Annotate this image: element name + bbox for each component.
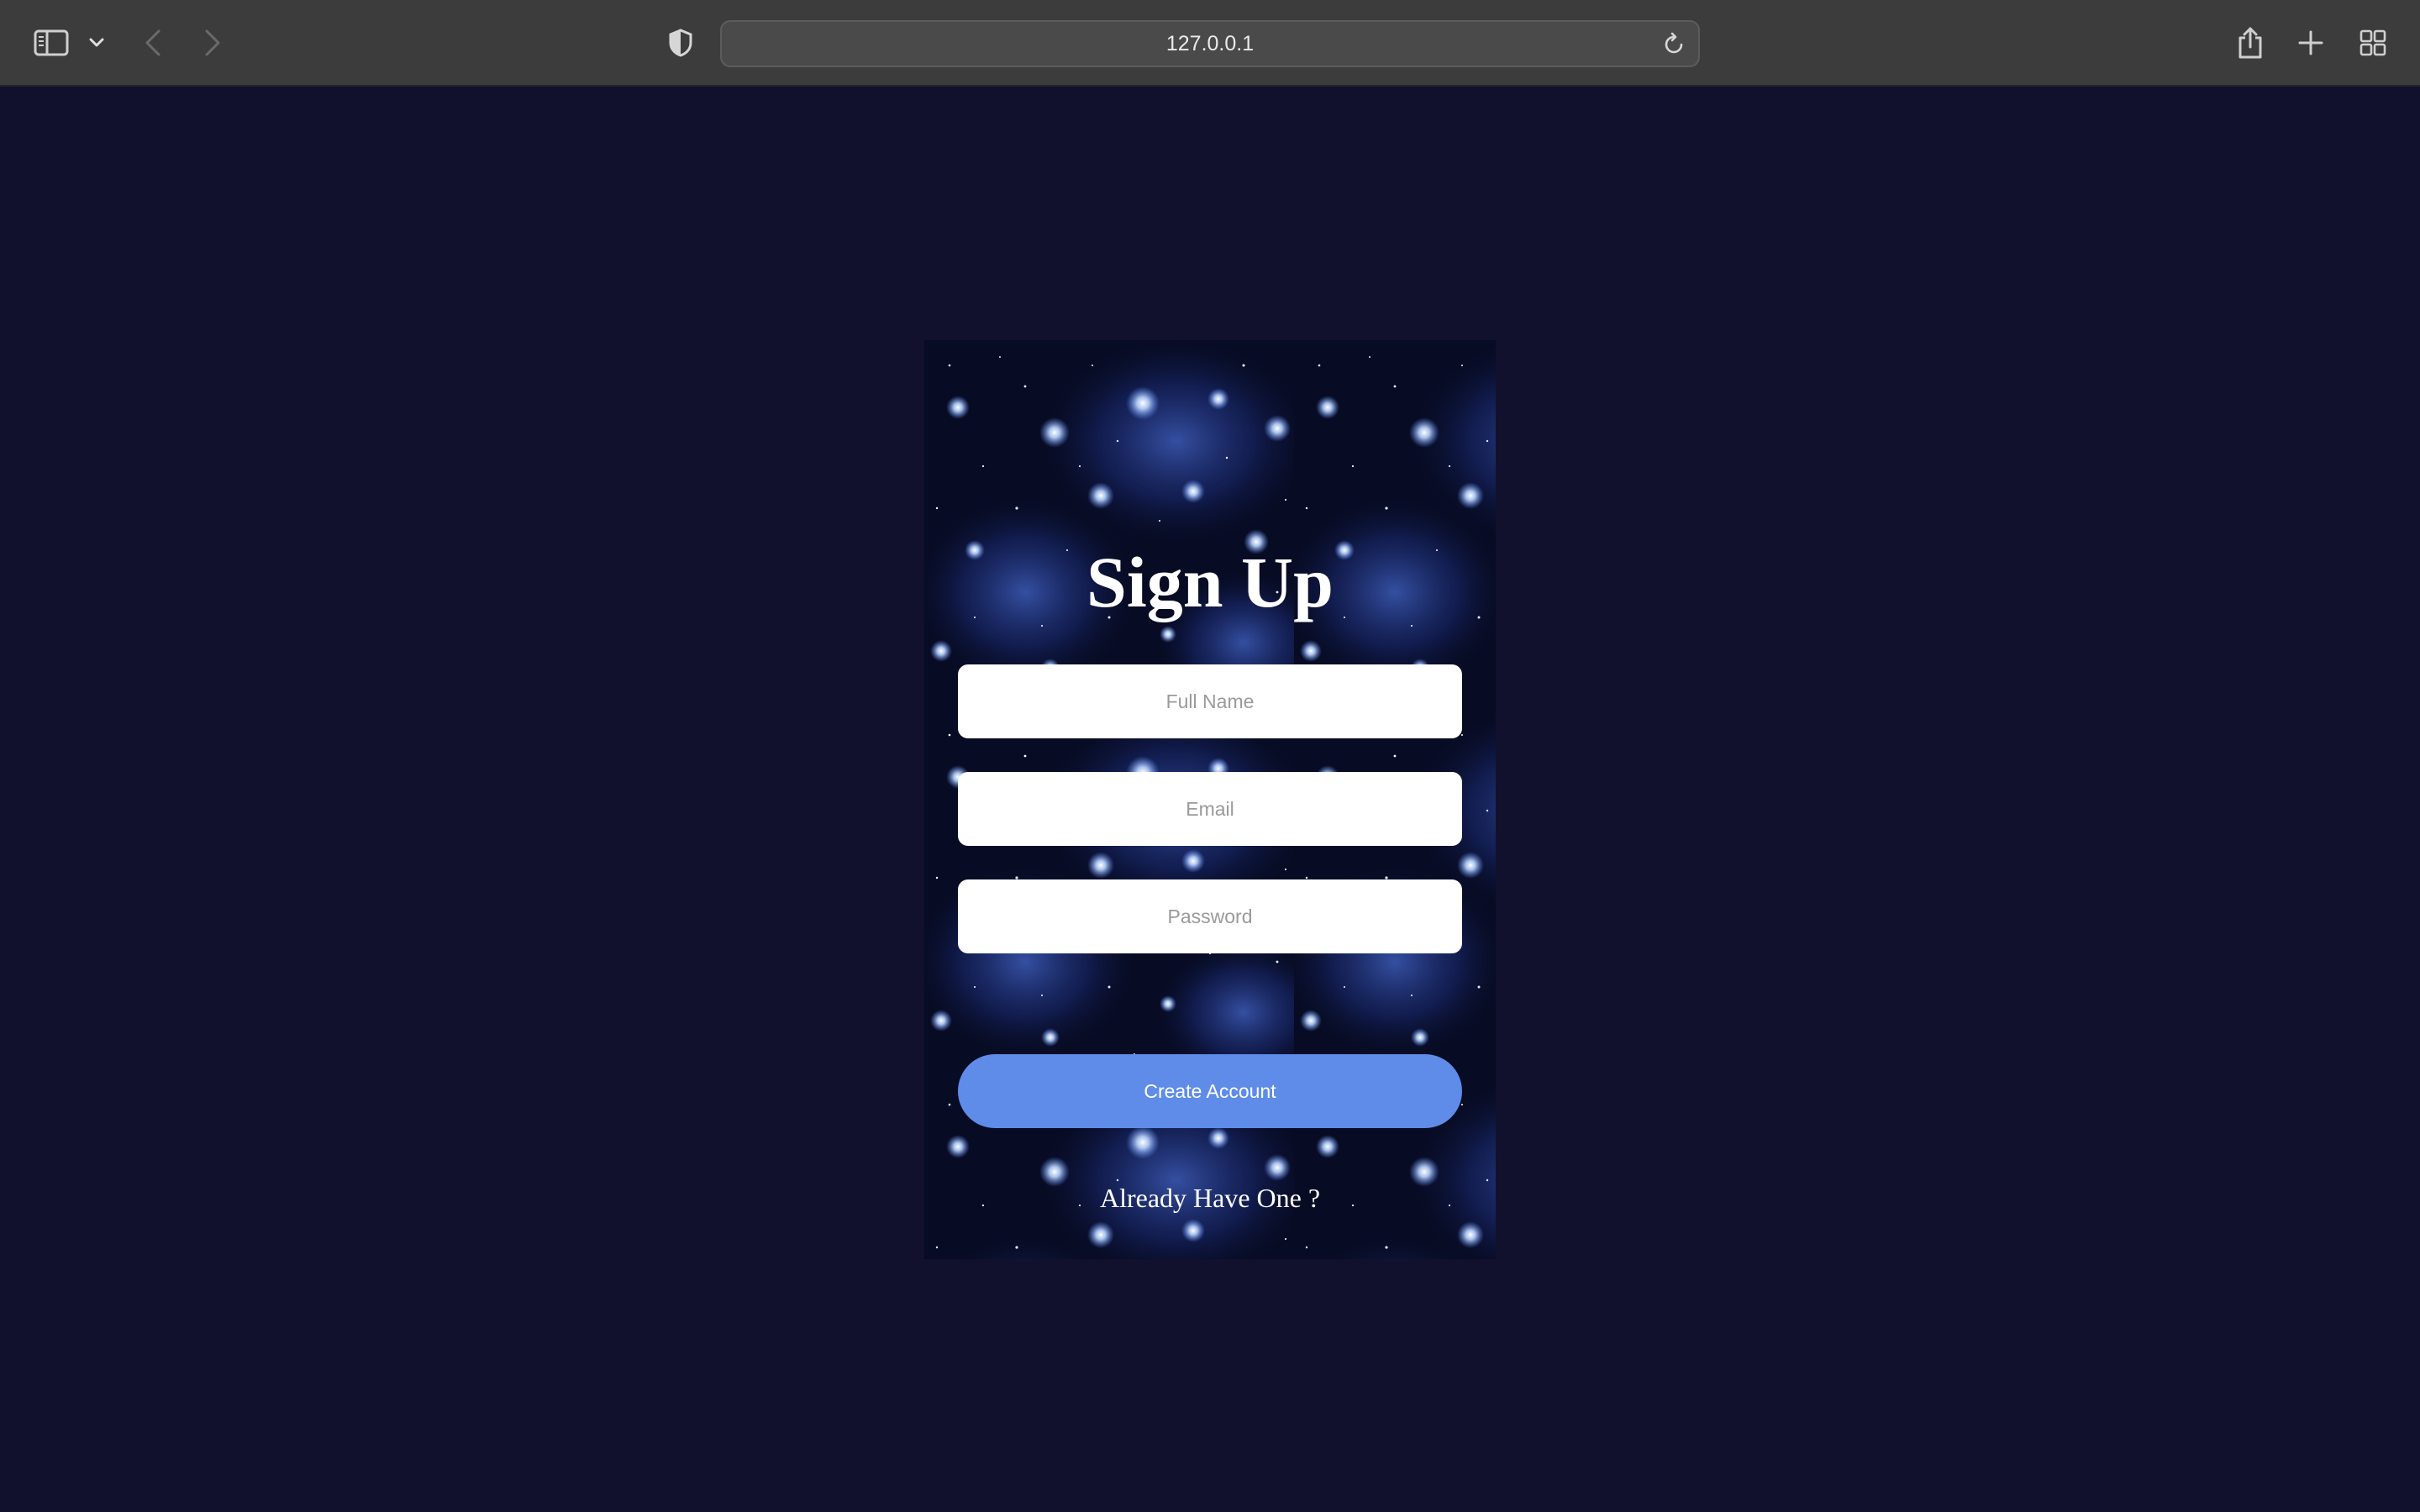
reload-icon[interactable] [1661, 32, 1686, 57]
page-title: Sign Up [1086, 542, 1334, 622]
shield-icon[interactable] [660, 22, 702, 64]
grid-icon[interactable] [2352, 22, 2394, 64]
browser-toolbar: 127.0.0.1 [0, 0, 2420, 87]
plus-icon[interactable] [2290, 22, 2332, 64]
full-name-field[interactable] [958, 664, 1462, 738]
address-text: 127.0.0.1 [1165, 31, 1255, 55]
create-account-button[interactable]: Create Account [958, 1054, 1462, 1128]
forward-arrow-icon[interactable] [192, 22, 234, 64]
login-link[interactable]: Already Have One ? [924, 1177, 1496, 1219]
sidebar-icon[interactable] [30, 22, 72, 64]
share-icon[interactable] [2229, 22, 2271, 64]
chevron-down-icon[interactable] [76, 22, 118, 64]
email-field[interactable] [958, 772, 1462, 846]
address-bar[interactable]: 127.0.0.1 [720, 20, 1700, 67]
back-arrow-icon[interactable] [132, 22, 174, 64]
password-field[interactable] [958, 879, 1462, 953]
signup-card: Sign Up Create Account Already Have One … [924, 340, 1496, 1259]
